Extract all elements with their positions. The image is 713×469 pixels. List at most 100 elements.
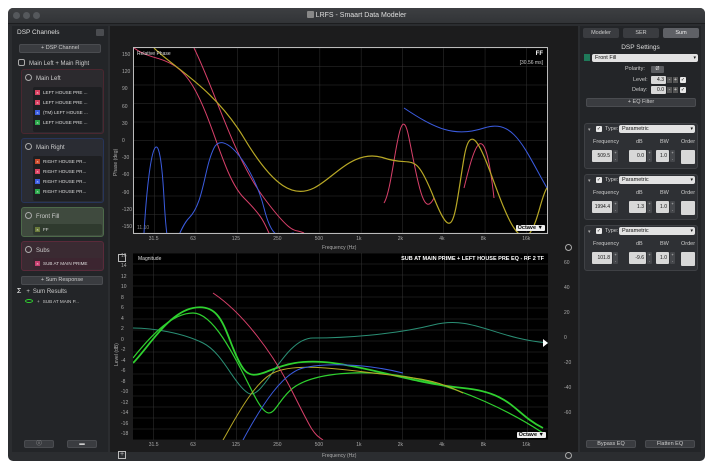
filter-type-value: Parametric <box>622 177 649 183</box>
list-item[interactable]: × RIGHT HOUSE PR... <box>35 169 86 174</box>
order-input[interactable] <box>681 201 695 215</box>
item-label: RIGHT HOUSE PR... <box>43 169 87 174</box>
list-item[interactable]: × (TM) LEFT HOUSE ... <box>35 110 88 115</box>
level-input[interactable]: 4.3 <box>651 76 666 84</box>
bypass-eq-button[interactable]: Bypass EQ <box>586 440 636 448</box>
filter-enable-checkbox[interactable]: ✓ <box>596 126 602 132</box>
magnitude-octave-select[interactable]: Octave ▼ <box>516 432 546 438</box>
list-item[interactable]: × RIGHT HOUSE PR... <box>35 189 86 194</box>
expand-plus-icon[interactable]: + <box>26 289 30 295</box>
add-dsp-channel-button[interactable]: + DSP Channel <box>19 44 101 53</box>
frequency-input[interactable]: 509.5 <box>592 150 612 162</box>
item-label: (TM) LEFT HOUSE ... <box>43 110 88 115</box>
magnitude-y-tick: -14 <box>121 410 129 417</box>
bw-stepper[interactable]: + - <box>670 201 675 213</box>
magnitude-octave-label: Octave <box>518 432 538 438</box>
frequency-stepper[interactable]: + - <box>613 201 618 213</box>
channel-select[interactable]: Front Fill ▾ <box>592 54 698 62</box>
level-decrement[interactable]: - <box>667 77 672 83</box>
sum-results-row[interactable]: Σ + Sum Results <box>17 288 67 295</box>
db-input[interactable]: -9.6 <box>629 252 646 264</box>
delay-increment[interactable]: + <box>673 87 678 93</box>
subs-label: Subs <box>36 248 50 254</box>
subs-group[interactable]: Subs × SUB AT MAIN PRIME <box>21 241 104 271</box>
tab-modeler[interactable]: Modeler <box>583 28 619 38</box>
delete-button[interactable]: ▬ <box>67 440 97 448</box>
main-pair-row[interactable]: Main Left + Main Right <box>18 59 89 67</box>
db-stepper[interactable]: + - <box>647 201 652 213</box>
phase-octave-select[interactable]: Octave ▼ <box>515 225 545 231</box>
item-label: FF <box>43 227 49 232</box>
filter-enable-checkbox[interactable]: ✓ <box>596 177 602 183</box>
dsp-channels-panel: DSP Channels + DSP Channel Main Left + M… <box>12 26 108 452</box>
delay-checkbox[interactable]: ✓ <box>680 87 686 93</box>
bw-stepper[interactable]: + - <box>670 252 675 264</box>
frequency-input[interactable]: 101.8 <box>592 252 612 264</box>
delay-decrement[interactable]: - <box>667 87 672 93</box>
magnitude-title: Magnitude <box>138 256 162 262</box>
frequency-input[interactable]: 1994.4 <box>592 201 612 213</box>
main-right-group[interactable]: Main Right × RIGHT HOUSE PR... × RIGHT HOU… <box>21 138 104 203</box>
filter-type-select[interactable]: Parametric ▾ <box>619 227 695 235</box>
front-fill-group[interactable]: Front Fill × FF <box>21 207 104 237</box>
bw-input[interactable]: 1.0 <box>656 201 669 213</box>
db-label: dB <box>636 190 643 196</box>
magnitude-settings-icon[interactable] <box>565 452 572 459</box>
trash-icon: ▬ <box>79 441 85 447</box>
delay-input[interactable]: 0.0 <box>651 86 666 94</box>
phase-y-tick: -60 <box>122 172 130 179</box>
magnitude-trace-green <box>133 306 544 429</box>
sum-item-row[interactable]: + SUB AT MAIN P... <box>25 299 79 304</box>
bw-input[interactable]: 1.0 <box>656 150 669 162</box>
collapse-icon[interactable]: ▾ <box>588 178 591 184</box>
add-sum-response-button[interactable]: + Sum Response <box>21 276 103 285</box>
phase-y-tick: -90 <box>122 189 130 196</box>
collapse-icon[interactable]: ▾ <box>588 229 591 235</box>
list-item[interactable]: × LEFT HOUSE PRE ... <box>35 90 88 95</box>
panel-menu-icon[interactable] <box>96 29 104 36</box>
info-button[interactable]: ⓘ <box>24 440 54 448</box>
add-eq-filter-button[interactable]: + EQ Filter <box>586 98 696 107</box>
magnitude-y-tick: 14 <box>121 263 127 270</box>
bw-input[interactable]: 1.0 <box>656 252 669 264</box>
list-item[interactable]: × RIGHT HOUSE PR... <box>35 179 86 184</box>
collapse-icon[interactable]: ▾ <box>588 127 591 133</box>
bw-stepper[interactable]: + - <box>670 150 675 162</box>
level-increment[interactable]: + <box>673 77 678 83</box>
db-input[interactable]: 1.3 <box>629 201 646 213</box>
tab-ser[interactable]: SER <box>623 28 659 38</box>
tab-sum[interactable]: Sum <box>663 28 699 38</box>
order-input[interactable] <box>681 252 695 266</box>
magnitude-plot[interactable]: Magnitude SUB AT MAIN PRIME + LEFT HOUSE… <box>133 253 548 440</box>
frequency-stepper[interactable]: + - <box>613 150 618 162</box>
type-label: Type: <box>605 228 619 234</box>
db-stepper[interactable]: + - <box>647 150 652 162</box>
order-input[interactable] <box>681 150 695 164</box>
list-item[interactable]: × SUB AT MAIN PRIME <box>35 261 88 266</box>
list-item[interactable]: × RIGHT HOUSE PR... <box>35 159 86 164</box>
filter-enable-checkbox[interactable]: ✓ <box>596 228 602 234</box>
magnitude-y-tick-right: 0 <box>564 335 567 341</box>
magnitude-x-tick: 31.5 <box>148 442 159 448</box>
bw-label: BW <box>660 139 669 145</box>
level-checkbox[interactable]: ✓ <box>680 77 686 83</box>
list-item[interactable]: × LEFT HOUSE PRE ... <box>35 120 88 125</box>
list-item[interactable]: × FF <box>35 227 49 232</box>
list-item[interactable]: × LEFT HOUSE PRE ... <box>35 100 88 105</box>
eye-icon[interactable] <box>25 299 33 303</box>
phase-settings-icon[interactable] <box>565 244 572 251</box>
speaker-icon <box>25 212 32 219</box>
add-plot-icon[interactable]: + <box>118 451 126 459</box>
filter-type-select[interactable]: Parametric ▾ <box>619 176 695 184</box>
frequency-stepper[interactable]: + - <box>613 252 618 264</box>
main-left-header: Main Left <box>25 74 61 82</box>
phase-y-tick: 30 <box>122 120 128 127</box>
db-stepper[interactable]: + - <box>647 252 652 264</box>
level-marker-icon[interactable] <box>543 339 548 347</box>
flatten-eq-button[interactable]: Flatten EQ <box>645 440 695 448</box>
filter-type-select[interactable]: Parametric ▾ <box>619 125 695 133</box>
phase-plot[interactable]: Relative Phase FF [30.56 ms] 11.10 Octav… <box>133 47 548 234</box>
db-input[interactable]: 0.0 <box>629 150 646 162</box>
polarity-button[interactable]: Ø <box>651 66 664 73</box>
main-left-group[interactable]: Main Left × LEFT HOUSE PRE ... × LEFT HOUS… <box>21 69 104 134</box>
